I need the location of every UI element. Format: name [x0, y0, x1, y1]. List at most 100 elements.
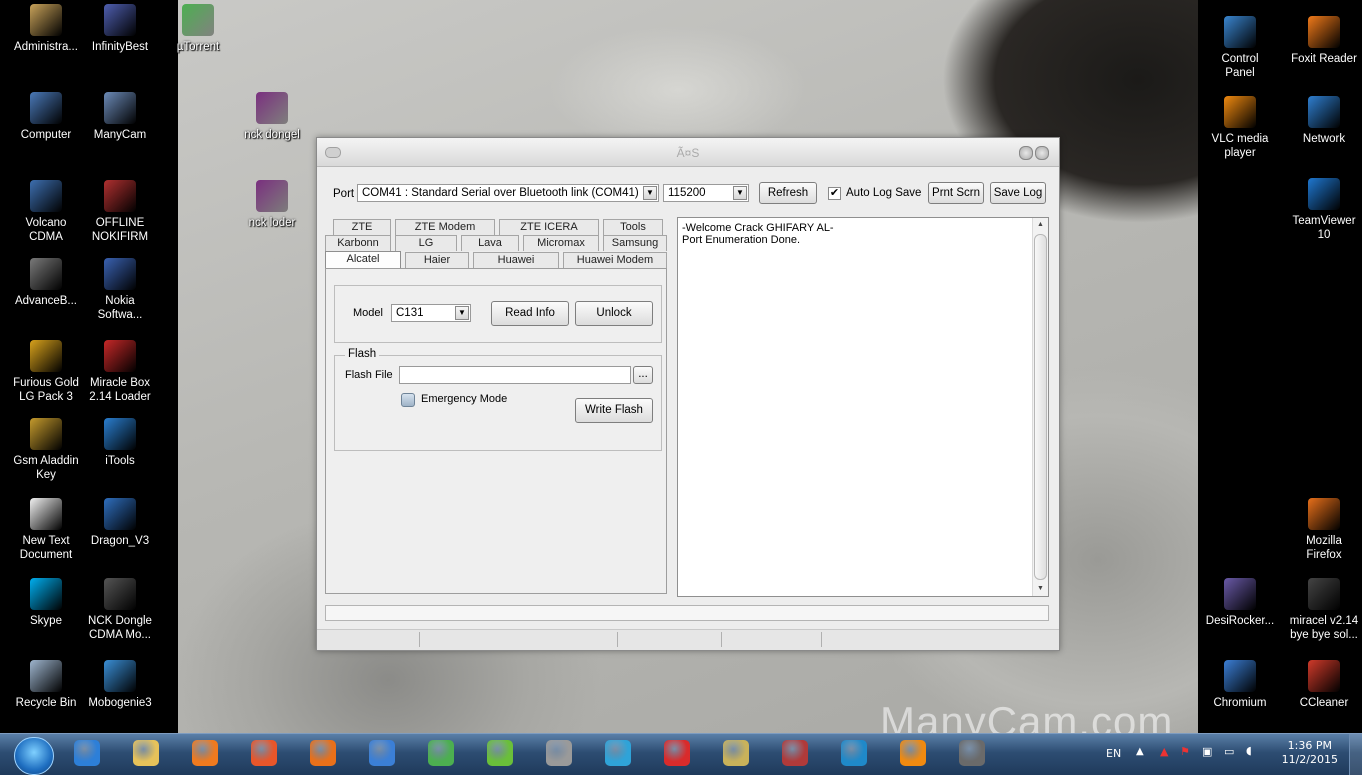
flag-icon[interactable]: ⚑: [1180, 745, 1190, 758]
desktop-shortcut[interactable]: Chromium: [1198, 660, 1282, 710]
desktop-shortcut[interactable]: Network: [1282, 96, 1362, 146]
desktop-shortcut[interactable]: Recycle Bin: [4, 660, 88, 710]
desktop-shortcut[interactable]: Control Panel: [1198, 16, 1282, 80]
port-select-value: COM41 : Standard Serial over Bluetooth l…: [362, 187, 639, 199]
title-bar[interactable]: Ã¤S: [317, 138, 1059, 167]
desktop-shortcut[interactable]: Nokia Softwa...: [78, 258, 162, 322]
desktop-shortcut[interactable]: CCleaner: [1282, 660, 1362, 710]
clock[interactable]: 1:36 PM 11/2/2015: [1282, 739, 1338, 767]
desktop-shortcut[interactable]: Foxit Reader: [1282, 16, 1362, 66]
desktop-shortcut[interactable]: Furious Gold LG Pack 3: [4, 340, 88, 404]
emergency-mode-checkbox[interactable]: [401, 393, 415, 407]
chevron-down-icon[interactable]: ▼: [455, 306, 469, 320]
write-flash-button[interactable]: Write Flash: [575, 398, 653, 423]
tab-zte[interactable]: ZTE: [333, 219, 391, 235]
tab-zte-icera[interactable]: ZTE ICERA: [499, 219, 599, 235]
scroll-down-icon[interactable]: ▼: [1033, 582, 1048, 596]
show-desktop-button[interactable]: [1349, 734, 1362, 775]
scroll-up-icon[interactable]: ▲: [1033, 218, 1048, 232]
desktop-shortcut[interactable]: DesiRocker...: [1198, 578, 1282, 628]
taskbar-app-button[interactable]: [597, 737, 639, 771]
desktop-shortcut[interactable]: Mobogenie3: [78, 660, 162, 710]
tab-alcatel[interactable]: Alcatel: [325, 251, 401, 269]
tab-karbonn[interactable]: Karbonn: [325, 235, 391, 251]
tab-row-3: Alcatel Haier Huawei Huawei Modem: [325, 251, 667, 269]
taskbar-app-button[interactable]: [420, 737, 462, 771]
desktop-shortcut[interactable]: Administra...: [4, 4, 88, 54]
flash-file-input[interactable]: [399, 366, 631, 384]
desktop-shortcut[interactable]: Skype: [4, 578, 88, 628]
utorrent-icon: [182, 4, 214, 36]
volume-icon[interactable]: ◖: [1246, 744, 1252, 757]
tab-samsung[interactable]: Samsung: [603, 235, 667, 251]
taskbar-app-button[interactable]: [833, 737, 875, 771]
log-scrollbar[interactable]: ▲ ▼: [1032, 218, 1048, 596]
desktop-shortcut[interactable]: VLC media player: [1198, 96, 1282, 160]
taskbar-app-button[interactable]: [892, 737, 934, 771]
desktop-shortcut[interactable]: nck loder: [230, 180, 314, 230]
refresh-button[interactable]: Refresh: [759, 182, 817, 204]
desktop-shortcut[interactable]: InfinityBest: [78, 4, 162, 54]
desktop-shortcut[interactable]: ManyCam: [78, 92, 162, 142]
desktop-shortcut[interactable]: iTools: [78, 418, 162, 468]
taskbar-app-button[interactable]: [302, 737, 344, 771]
desktop-shortcut[interactable]: Mozilla Firefox: [1282, 498, 1362, 562]
taskbar-app-button[interactable]: [715, 737, 757, 771]
taskbar-app-button[interactable]: [951, 737, 993, 771]
taskbar-app-button[interactable]: [538, 737, 580, 771]
desktop-shortcut[interactable]: TeamViewer 10: [1282, 178, 1362, 242]
desktop-shortcut[interactable]: Dragon_V3: [78, 498, 162, 548]
desktop-shortcut[interactable]: nck dongel: [230, 92, 314, 142]
model-select[interactable]: C131 ▼: [391, 304, 471, 322]
tab-huawei-modem[interactable]: Huawei Modem: [563, 252, 667, 268]
desktop-shortcut[interactable]: OFFLINE NOKIFIRM: [78, 180, 162, 244]
taskbar-app-button[interactable]: [125, 737, 167, 771]
tab-zte-modem[interactable]: ZTE Modem: [395, 219, 495, 235]
taskbar-app-button[interactable]: [656, 737, 698, 771]
chevron-down-icon[interactable]: ▼: [643, 186, 657, 200]
language-indicator[interactable]: EN: [1106, 747, 1121, 760]
tab-micromax[interactable]: Micromax: [523, 235, 599, 251]
tab-lg[interactable]: LG: [395, 235, 457, 251]
browse-button[interactable]: ...: [633, 366, 653, 384]
scroll-thumb[interactable]: [1034, 234, 1047, 580]
port-select[interactable]: COM41 : Standard Serial over Bluetooth l…: [357, 184, 659, 202]
tab-tools[interactable]: Tools: [603, 219, 663, 235]
signal-icon[interactable]: ▲: [1160, 745, 1168, 758]
desktop-shortcut[interactable]: miracel v2.14 bye bye sol...: [1282, 578, 1362, 642]
taskbar-app-button[interactable]: [66, 737, 108, 771]
desktop-shortcut[interactable]: Gsm Aladdin Key: [4, 418, 88, 482]
save-log-button[interactable]: Save Log: [990, 182, 1046, 204]
windows-start-icon[interactable]: [14, 737, 54, 775]
desktop-shortcut[interactable]: NCK Dongle CDMA Mo...: [78, 578, 162, 642]
print-screen-button[interactable]: Prnt Scrn: [928, 182, 984, 204]
tab-haier[interactable]: Haier: [405, 252, 469, 268]
taskbar-app-button[interactable]: [243, 737, 285, 771]
chevron-down-icon[interactable]: ▼: [733, 186, 747, 200]
foxit-reader-icon: [1308, 16, 1340, 48]
auto-log-checkbox[interactable]: ✔: [828, 187, 841, 200]
desktop-shortcut[interactable]: µTorrent: [156, 4, 240, 54]
taskbar-app-button[interactable]: [479, 737, 521, 771]
log-output[interactable]: -Welcome Crack GHIFARY AL- Port Enumerat…: [677, 217, 1049, 597]
desktop-shortcut-label: InfinityBest: [91, 41, 149, 53]
network-tray-icon[interactable]: ▭: [1224, 745, 1234, 758]
desktop-shortcut[interactable]: Volcano CDMA: [4, 180, 88, 244]
taskbar-app-button[interactable]: [184, 737, 226, 771]
minimize-icon[interactable]: [1019, 146, 1033, 160]
close-icon[interactable]: [1035, 146, 1049, 160]
desktop-shortcut[interactable]: New Text Document: [4, 498, 88, 562]
desktop-shortcut[interactable]: AdvanceB...: [4, 258, 88, 308]
taskbar-app-button[interactable]: [774, 737, 816, 771]
read-info-button[interactable]: Read Info: [491, 301, 569, 326]
status-divider: [721, 632, 722, 647]
desktop-shortcut[interactable]: Miracle Box 2.14 Loader: [78, 340, 162, 404]
unlock-button[interactable]: Unlock: [575, 301, 653, 326]
device-icon[interactable]: ▣: [1202, 745, 1212, 758]
tab-huawei[interactable]: Huawei: [473, 252, 559, 268]
desktop-shortcut[interactable]: Computer: [4, 92, 88, 142]
show-hidden-icons-icon[interactable]: ▲: [1136, 746, 1144, 757]
tab-lava[interactable]: Lava: [461, 235, 519, 251]
taskbar-app-button[interactable]: [361, 737, 403, 771]
baud-select[interactable]: 115200 ▼: [663, 184, 749, 202]
